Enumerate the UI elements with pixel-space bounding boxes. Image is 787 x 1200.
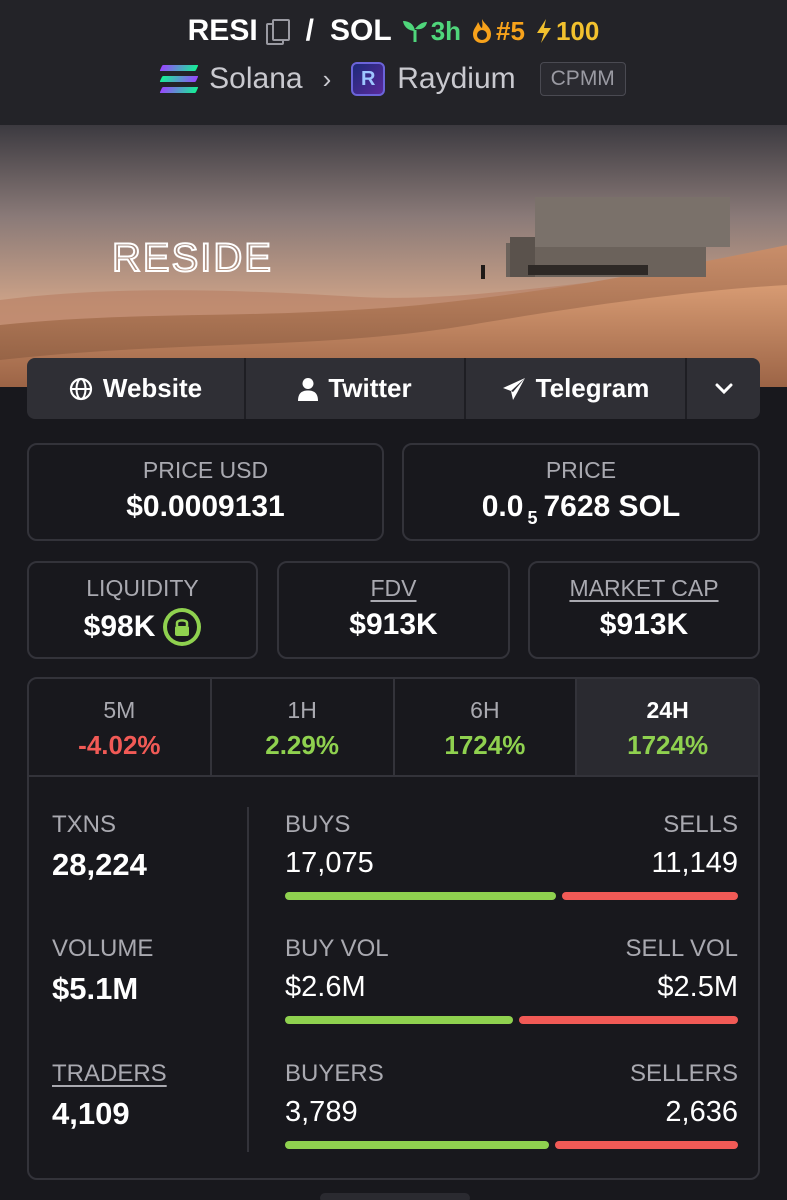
pool-type-badge: CPMM	[539, 62, 626, 96]
telegram-label: Telegram	[535, 373, 650, 403]
buys-sells-row: BUYS SELLS 17,075 11,149	[285, 811, 738, 900]
social-links-bar: Website Twitter Telegram	[27, 358, 760, 419]
twitter-label: Twitter	[328, 373, 412, 403]
txns-value: 28,224	[52, 847, 147, 882]
tab-5m[interactable]: 5M -4.02%	[29, 679, 212, 775]
tab-24h[interactable]: 24H 1724%	[577, 679, 758, 775]
copy-icon[interactable]	[265, 19, 290, 45]
buyers-label: BUYERS	[285, 1060, 384, 1087]
volume-ratio-bar	[285, 1016, 738, 1024]
age-value: 3h	[430, 15, 462, 46]
user-icon	[298, 377, 319, 401]
buy-vol-bar	[285, 1016, 514, 1024]
liquidity-label: LIQUIDITY	[86, 575, 199, 601]
price-native-label: PRICE	[545, 457, 617, 483]
volume-label: VOLUME	[52, 935, 154, 962]
traders-ratio-bar	[285, 1141, 738, 1149]
age-badge: 3h	[402, 16, 461, 47]
price-usd-value: $0.0009131	[126, 490, 285, 523]
liquidity-value-row: $98K	[29, 608, 256, 646]
market-cap-value: $913K	[599, 608, 689, 641]
solana-logo-icon	[159, 65, 199, 93]
chevron-right-icon: ›	[322, 63, 332, 94]
paper-plane-icon	[502, 377, 525, 400]
buys-value: 17,075	[285, 847, 374, 879]
rank-badge: #5	[471, 16, 525, 47]
website-button[interactable]: Website	[27, 358, 246, 419]
stats-panel: 5M -4.02% 1H 2.29% 6H 1724% 24H 1724% TX…	[27, 677, 760, 1180]
fdv-card: FDV $913K	[277, 561, 510, 659]
raydium-logo-icon: R	[351, 62, 386, 96]
banner-text: RESIDE	[112, 236, 273, 280]
stats-divider	[247, 807, 249, 1152]
buyers-bar	[285, 1141, 550, 1149]
chevron-down-icon	[715, 383, 732, 394]
token-banner: RESIDE	[0, 125, 787, 387]
rank-value: #5	[496, 15, 525, 46]
price-usd-label: PRICE USD	[142, 457, 269, 483]
pair-header: RESI / SOL 3h #5 100 Solana › R Raydium …	[0, 0, 787, 125]
buyers-value: 3,789	[285, 1096, 358, 1128]
fdv-label[interactable]: FDV	[279, 575, 508, 602]
chain-row: Solana › R Raydium CPMM	[0, 62, 787, 96]
txns-metric: TXNS 28,224	[52, 811, 147, 883]
chain-name[interactable]: Solana	[209, 62, 302, 96]
fdv-value: $913K	[349, 608, 438, 641]
buy-vol-value: $2.6M	[285, 971, 366, 1003]
sprout-icon	[402, 21, 427, 42]
liquidity-card: LIQUIDITY $98K	[27, 561, 258, 659]
sellers-bar	[555, 1141, 738, 1149]
quote-symbol: SOL	[330, 14, 392, 47]
sellers-label: SELLERS	[629, 1060, 738, 1087]
txns-label: TXNS	[52, 811, 117, 838]
pair-title-row: RESI / SOL 3h #5 100	[0, 14, 787, 48]
more-links-button[interactable]	[687, 358, 760, 419]
buy-vol-label: BUY VOL	[285, 935, 389, 962]
traders-value: 4,109	[52, 1096, 130, 1131]
volume-value: $5.1M	[52, 971, 139, 1006]
traders-metric: TRADERS 4,109	[52, 1060, 167, 1132]
boost-value: 100	[555, 15, 600, 46]
bottom-sheet-handle[interactable]	[320, 1193, 470, 1200]
globe-icon	[69, 377, 92, 400]
sell-vol-value: $2.5M	[657, 971, 738, 1003]
buys-label: BUYS	[285, 811, 351, 838]
liquidity-value: $98K	[83, 610, 156, 643]
sellers-value: 2,636	[665, 1096, 738, 1128]
lightning-icon	[536, 19, 551, 43]
lock-icon[interactable]	[163, 608, 202, 646]
twitter-button[interactable]: Twitter	[246, 358, 466, 419]
telegram-button[interactable]: Telegram	[466, 358, 687, 419]
sell-vol-label: SELL VOL	[625, 935, 738, 962]
sells-value: 11,149	[651, 847, 738, 879]
boost-badge: 100	[535, 16, 599, 47]
buy-sell-volume-row: BUY VOL SELL VOL $2.6M $2.5M	[285, 935, 738, 1024]
pair-separator: /	[305, 14, 315, 47]
base-symbol: RESI	[187, 14, 258, 47]
sells-label: SELLS	[663, 811, 738, 838]
price-native-card: PRICE 0.0 5 7628 SOL	[402, 443, 760, 541]
market-cap-label[interactable]: MARKET CAP	[530, 575, 758, 602]
price-native-value: 0.0 5 7628 SOL	[481, 490, 681, 528]
flame-icon	[473, 19, 492, 43]
buys-bar	[285, 892, 557, 900]
timeframe-tabs: 5M -4.02% 1H 2.29% 6H 1724% 24H 1724%	[29, 679, 758, 777]
website-label: Website	[102, 373, 203, 403]
tab-1h[interactable]: 1H 2.29%	[212, 679, 395, 775]
price-usd-card: PRICE USD $0.0009131	[27, 443, 384, 541]
dex-name[interactable]: Raydium	[397, 62, 515, 96]
market-cap-card: MARKET CAP $913K	[528, 561, 760, 659]
sell-vol-bar	[519, 1016, 738, 1024]
sells-bar	[562, 892, 738, 900]
buys-sells-ratio-bar	[285, 892, 738, 900]
tab-6h[interactable]: 6H 1724%	[395, 679, 578, 775]
volume-metric: VOLUME $5.1M	[52, 935, 153, 1007]
traders-label[interactable]: TRADERS	[52, 1060, 167, 1088]
buyers-sellers-row: BUYERS SELLERS 3,789 2,636	[285, 1060, 738, 1149]
